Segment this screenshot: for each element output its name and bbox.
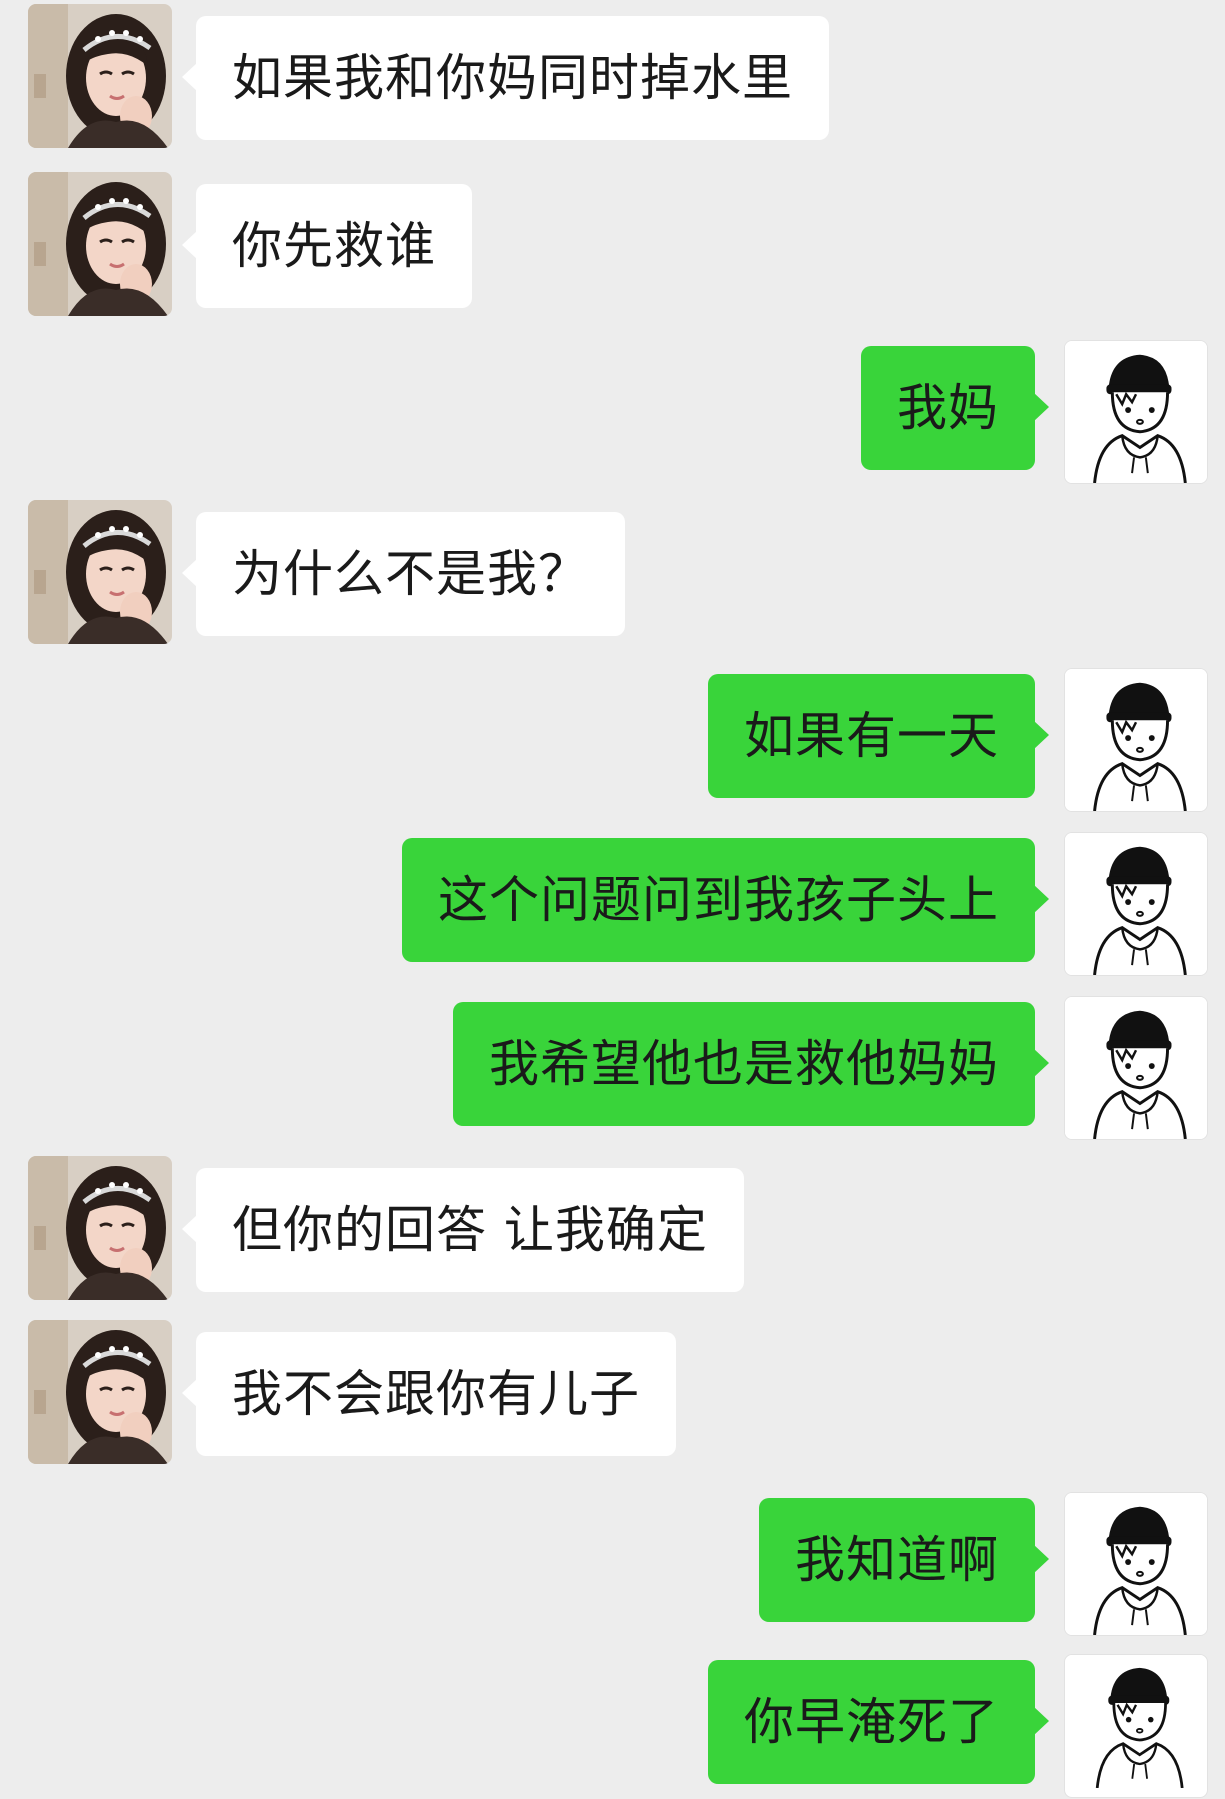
- line-art-boy-avatar[interactable]: [1064, 832, 1208, 976]
- girl-photo-avatar[interactable]: [28, 1156, 172, 1300]
- message-row-incoming: 但你的回答 让我确定: [0, 1156, 1225, 1301]
- message-bubble[interactable]: 你早淹死了: [708, 1660, 1049, 1784]
- message-bubble[interactable]: 你先救谁: [182, 184, 472, 308]
- girl-photo-avatar[interactable]: [28, 1320, 172, 1464]
- message-bubble[interactable]: 这个问题问到我孩子头上: [402, 838, 1049, 962]
- message-row-incoming: 如果我和你妈同时掉水里: [0, 4, 1225, 149]
- line-art-boy-avatar[interactable]: [1064, 668, 1208, 812]
- message-bubble[interactable]: 我不会跟你有儿子: [182, 1332, 676, 1456]
- message-row-outgoing: 我希望他也是救他妈妈: [0, 996, 1225, 1141]
- message-bubble[interactable]: 如果有一天: [708, 674, 1049, 798]
- message-bubble[interactable]: 我知道啊: [759, 1498, 1049, 1622]
- girl-photo-avatar[interactable]: [28, 500, 172, 644]
- message-row-incoming: 为什么不是我？: [0, 500, 1225, 645]
- chat-area[interactable]: 如果我和你妈同时掉水里 你先救谁 我妈 为什么不是我？ 如果有一天 这个问题问到…: [0, 0, 1225, 1798]
- message-bubble[interactable]: 为什么不是我？: [182, 512, 625, 636]
- girl-photo-avatar[interactable]: [28, 172, 172, 316]
- message-row-outgoing: 你早淹死了: [0, 1654, 1225, 1799]
- message-row-outgoing: 这个问题问到我孩子头上: [0, 832, 1225, 977]
- message-bubble[interactable]: 如果我和你妈同时掉水里: [182, 16, 829, 140]
- message-row-incoming: 你先救谁: [0, 172, 1225, 317]
- message-row-outgoing: 我知道啊: [0, 1492, 1225, 1637]
- line-art-boy-avatar[interactable]: [1064, 1492, 1208, 1636]
- message-row-outgoing: 如果有一天: [0, 668, 1225, 813]
- message-bubble[interactable]: 我希望他也是救他妈妈: [453, 1002, 1049, 1126]
- line-art-boy-avatar[interactable]: [1064, 1654, 1208, 1798]
- message-row-incoming: 我不会跟你有儿子: [0, 1320, 1225, 1465]
- line-art-boy-avatar[interactable]: [1064, 340, 1208, 484]
- message-bubble[interactable]: 我妈: [861, 346, 1049, 470]
- message-bubble[interactable]: 但你的回答 让我确定: [182, 1168, 744, 1292]
- line-art-boy-avatar[interactable]: [1064, 996, 1208, 1140]
- message-row-outgoing: 我妈: [0, 340, 1225, 485]
- girl-photo-avatar[interactable]: [28, 4, 172, 148]
